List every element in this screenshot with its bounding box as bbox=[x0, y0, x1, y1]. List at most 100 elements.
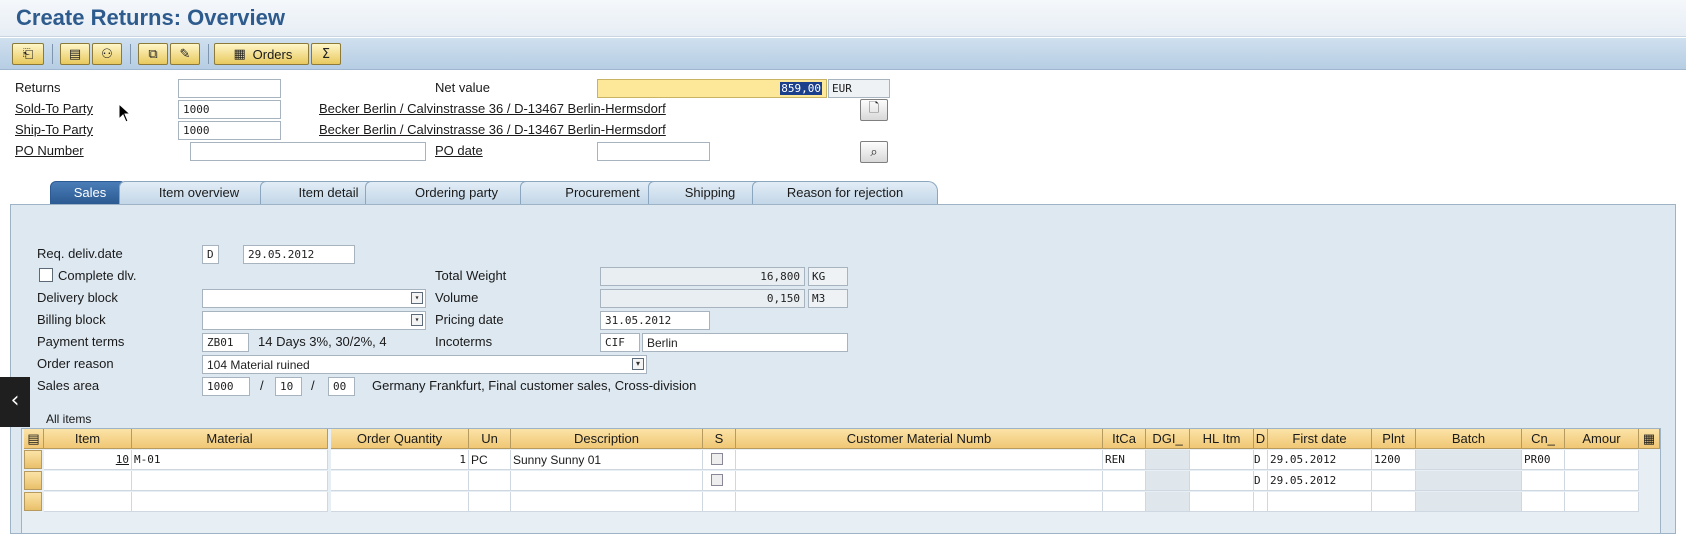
incoterms-place-field[interactable]: Berlin bbox=[642, 333, 848, 352]
po-date-field[interactable] bbox=[597, 142, 710, 161]
col-d[interactable]: D bbox=[1254, 429, 1268, 449]
document-flow-button[interactable]: ⎗ bbox=[12, 43, 44, 65]
sales-org-field[interactable]: 1000 bbox=[202, 377, 250, 396]
status-checkbox[interactable] bbox=[711, 453, 723, 465]
col-material[interactable]: Material bbox=[132, 429, 328, 449]
complete-dlv-checkbox[interactable] bbox=[39, 268, 53, 282]
sold-to-party-field[interactable]: 1000 bbox=[178, 100, 281, 119]
select-all-icon[interactable]: ▤ bbox=[24, 429, 44, 449]
cell-customer-material[interactable] bbox=[736, 450, 1103, 470]
cell-status[interactable] bbox=[703, 492, 736, 512]
ship-to-party-label[interactable]: Ship-To Party bbox=[15, 122, 93, 137]
row-selector[interactable] bbox=[24, 450, 42, 469]
cell-plant[interactable] bbox=[1372, 471, 1416, 491]
order-reason-field[interactable]: 104 Material ruined ▾ bbox=[202, 355, 647, 374]
row-selector[interactable] bbox=[24, 471, 42, 490]
cell-customer-material[interactable] bbox=[736, 492, 1103, 512]
cell-material[interactable] bbox=[132, 492, 328, 512]
cell-description[interactable] bbox=[511, 492, 703, 512]
cell-material[interactable]: M-01 bbox=[132, 450, 328, 470]
col-plant[interactable]: Plnt bbox=[1372, 429, 1416, 449]
col-condition[interactable]: Cn_ bbox=[1522, 429, 1565, 449]
cell-order-quantity[interactable]: 1 bbox=[331, 450, 469, 470]
search-button[interactable]: ⌕ bbox=[860, 141, 888, 163]
cell-condition[interactable] bbox=[1522, 471, 1565, 491]
ship-to-party-field[interactable]: 1000 bbox=[178, 121, 281, 140]
item-details-button[interactable]: ⧉ bbox=[138, 43, 168, 65]
cell-material[interactable] bbox=[132, 471, 328, 491]
col-item[interactable]: Item bbox=[44, 429, 132, 449]
payment-terms-code-field[interactable]: ZB01 bbox=[202, 333, 249, 352]
cell-unit[interactable]: PC bbox=[469, 450, 511, 470]
cell-first-date[interactable]: 29.05.2012 bbox=[1268, 471, 1372, 491]
cell-condition[interactable] bbox=[1522, 492, 1565, 512]
cell-d[interactable]: D bbox=[1254, 450, 1268, 470]
cell-item[interactable] bbox=[44, 471, 132, 491]
tab-sales[interactable]: Sales bbox=[50, 181, 130, 204]
dropdown-icon[interactable]: ▾ bbox=[632, 358, 644, 370]
col-dgi[interactable]: DGI_ bbox=[1146, 429, 1190, 449]
display-item-button[interactable]: ✎ bbox=[170, 43, 200, 65]
back-nav-button[interactable]: ‹ bbox=[0, 377, 30, 427]
cell-amount[interactable] bbox=[1565, 492, 1639, 512]
cell-item-category[interactable] bbox=[1103, 471, 1146, 491]
division-field[interactable]: 00 bbox=[328, 377, 355, 396]
cell-amount[interactable] bbox=[1565, 450, 1639, 470]
cell-item-category[interactable] bbox=[1103, 492, 1146, 512]
cell-first-date[interactable] bbox=[1268, 492, 1372, 512]
cell-plant[interactable] bbox=[1372, 492, 1416, 512]
dropdown-icon[interactable]: ▾ bbox=[411, 314, 423, 326]
req-deliv-date-type-field[interactable]: D bbox=[202, 245, 219, 264]
ship-to-address[interactable]: Becker Berlin / Calvinstrasse 36 / D-134… bbox=[319, 122, 666, 137]
req-deliv-date-field[interactable]: 29.05.2012 bbox=[243, 245, 355, 264]
po-number-label[interactable]: PO Number bbox=[15, 143, 84, 158]
cell-amount[interactable] bbox=[1565, 471, 1639, 491]
cell-plant[interactable]: 1200 bbox=[1372, 450, 1416, 470]
tab-reason-for-rejection[interactable]: Reason for rejection bbox=[752, 181, 938, 204]
document-button[interactable]: 🗋 bbox=[860, 99, 888, 121]
col-batch[interactable]: Batch bbox=[1416, 429, 1522, 449]
business-partner-button[interactable]: ⚇ bbox=[92, 43, 122, 65]
col-status[interactable]: S bbox=[703, 429, 736, 449]
sold-to-address[interactable]: Becker Berlin / Calvinstrasse 36 / D-134… bbox=[319, 101, 666, 116]
cell-status[interactable] bbox=[703, 471, 736, 491]
cell-description[interactable]: Sunny Sunny 01 bbox=[511, 450, 703, 470]
cell-item-category[interactable]: REN bbox=[1103, 450, 1146, 470]
cell-description[interactable] bbox=[511, 471, 703, 491]
col-first-date[interactable]: First date bbox=[1268, 429, 1372, 449]
billing-block-field[interactable]: ▾ bbox=[202, 311, 426, 330]
col-unit[interactable]: Un bbox=[469, 429, 511, 449]
row-selector[interactable] bbox=[24, 492, 42, 511]
distr-channel-field[interactable]: 10 bbox=[275, 377, 302, 396]
header-details-button[interactable]: ▤ bbox=[60, 43, 90, 65]
table-settings-icon[interactable]: ▦ bbox=[1639, 429, 1660, 449]
cell-hl-item[interactable] bbox=[1190, 492, 1254, 512]
col-order-quantity[interactable]: Order Quantity bbox=[331, 429, 469, 449]
cell-order-quantity[interactable] bbox=[331, 492, 469, 512]
cell-unit[interactable] bbox=[469, 492, 511, 512]
tab-item-overview[interactable]: Item overview bbox=[119, 181, 279, 204]
col-item-category[interactable]: ItCa bbox=[1103, 429, 1146, 449]
cell-d[interactable] bbox=[1254, 492, 1268, 512]
cell-order-quantity[interactable] bbox=[331, 471, 469, 491]
pricing-date-field[interactable]: 31.05.2012 bbox=[600, 311, 710, 330]
col-description[interactable]: Description bbox=[511, 429, 703, 449]
cell-unit[interactable] bbox=[469, 471, 511, 491]
cell-condition[interactable]: PR00 bbox=[1522, 450, 1565, 470]
cell-d[interactable]: D bbox=[1254, 471, 1268, 491]
delivery-block-field[interactable]: ▾ bbox=[202, 289, 426, 308]
returns-field[interactable] bbox=[178, 79, 281, 98]
incoterms-code-field[interactable]: CIF bbox=[600, 333, 640, 352]
col-hl-item[interactable]: HL Itm bbox=[1190, 429, 1254, 449]
cell-item[interactable] bbox=[44, 492, 132, 512]
dropdown-icon[interactable]: ▾ bbox=[411, 292, 423, 304]
po-number-field[interactable] bbox=[190, 142, 426, 161]
status-checkbox[interactable] bbox=[711, 474, 723, 486]
sold-to-party-label[interactable]: Sold-To Party bbox=[15, 101, 93, 116]
po-date-label[interactable]: PO date bbox=[435, 143, 483, 158]
cell-first-date[interactable]: 29.05.2012 bbox=[1268, 450, 1372, 470]
cell-item[interactable]: 10 bbox=[44, 450, 132, 470]
sum-button[interactable]: Σ bbox=[311, 43, 341, 65]
cell-hl-item[interactable] bbox=[1190, 471, 1254, 491]
col-amount[interactable]: Amour bbox=[1565, 429, 1639, 449]
